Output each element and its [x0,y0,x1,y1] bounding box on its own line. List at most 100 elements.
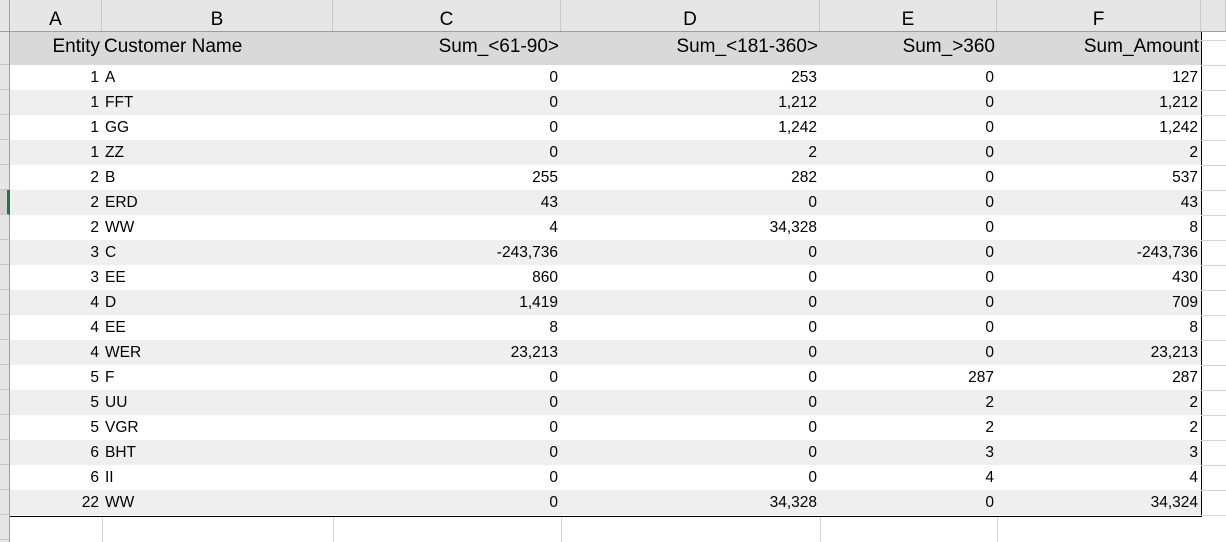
row-header[interactable] [0,190,10,215]
cell-a[interactable]: 1 [10,140,102,165]
cell-f[interactable]: 23,213 [997,340,1201,365]
cell-b[interactable]: EE [102,265,333,290]
row-header[interactable] [0,215,9,240]
cell-e[interactable]: 0 [820,290,997,315]
cell-a[interactable]: 4 [10,340,102,365]
header-cell[interactable]: Sum_<181-360> [561,32,820,65]
cell-a[interactable]: 1 [10,90,102,115]
cell-c[interactable]: 23,213 [333,340,561,365]
cell-e[interactable]: 0 [820,265,997,290]
cell-a[interactable]: 6 [10,465,102,490]
row-header[interactable] [0,390,9,415]
header-cell[interactable]: Sum_<61-90> [333,32,561,65]
row-header[interactable] [0,315,9,340]
cell-d[interactable]: 0 [561,440,820,465]
cell-a[interactable]: 22 [10,490,102,515]
cell-c[interactable]: 0 [333,65,561,90]
select-all-corner[interactable] [0,0,10,32]
cell-d[interactable]: 2 [561,140,820,165]
cell-d[interactable]: 0 [561,365,820,390]
cell-a[interactable]: 2 [10,165,102,190]
row-header[interactable] [0,240,9,265]
cell-f[interactable]: 2 [997,140,1201,165]
cell-e[interactable]: 0 [820,140,997,165]
cell-c[interactable]: 0 [333,490,561,515]
cell-b[interactable]: WW [102,490,333,515]
cell-e[interactable]: 4 [820,465,997,490]
column-header-d[interactable]: D [561,0,820,31]
row-header[interactable] [0,340,9,365]
cell-f[interactable]: 4 [997,465,1201,490]
cell-f[interactable]: 709 [997,290,1201,315]
row-header[interactable] [0,290,9,315]
cell-f[interactable]: 3 [997,440,1201,465]
cell-b[interactable]: WW [102,215,333,240]
cell-d[interactable]: 0 [561,315,820,340]
cell-c[interactable]: 860 [333,265,561,290]
cell-f[interactable]: 127 [997,65,1201,90]
cell-a[interactable]: 3 [10,240,102,265]
cell-c[interactable]: 4 [333,215,561,240]
cell-f[interactable]: 8 [997,215,1201,240]
row-header[interactable] [0,515,9,540]
cell-a[interactable]: 6 [10,440,102,465]
row-header[interactable] [0,140,9,165]
cell-e[interactable]: 0 [820,490,997,515]
cell-f[interactable]: -243,736 [997,240,1201,265]
row-header[interactable] [0,265,9,290]
cell-d[interactable]: 0 [561,265,820,290]
cell-f[interactable]: 43 [997,190,1201,215]
cell-f[interactable]: 537 [997,165,1201,190]
cell-e[interactable]: 0 [820,340,997,365]
column-header-a[interactable]: A [10,0,102,31]
cell-e[interactable]: 0 [820,190,997,215]
cell-e[interactable]: 0 [820,165,997,190]
column-header-c[interactable]: C [333,0,561,31]
cell-e[interactable]: 287 [820,365,997,390]
cell-c[interactable]: 0 [333,440,561,465]
row-header[interactable] [0,115,9,140]
cell-f[interactable]: 430 [997,265,1201,290]
header-cell[interactable]: Sum_Amount [997,32,1201,65]
cell-b[interactable]: ERD [102,190,333,215]
cell-e[interactable]: 0 [820,90,997,115]
cell-c[interactable]: 0 [333,140,561,165]
cell-d[interactable]: 0 [561,390,820,415]
cell-c[interactable]: 255 [333,165,561,190]
cell-d[interactable]: 0 [561,465,820,490]
cell-d[interactable]: 1,212 [561,90,820,115]
row-header[interactable] [0,65,9,90]
cell-b[interactable]: UU [102,390,333,415]
row-header[interactable] [0,440,9,465]
cell-e[interactable]: 0 [820,240,997,265]
cell-a[interactable]: 1 [10,65,102,90]
cell-f[interactable]: 287 [997,365,1201,390]
row-header[interactable] [0,90,9,115]
cell-b[interactable]: GG [102,115,333,140]
cell-d[interactable]: 0 [561,240,820,265]
cell-a[interactable]: 4 [10,315,102,340]
row-header[interactable] [0,165,9,190]
cell-a[interactable]: 2 [10,190,102,215]
cell-b[interactable]: BHT [102,440,333,465]
column-header-e[interactable]: E [820,0,997,31]
cell-b[interactable]: WER [102,340,333,365]
cell-c[interactable]: 0 [333,90,561,115]
row-header[interactable] [0,490,9,515]
column-header-g[interactable] [1201,0,1226,31]
cell-a[interactable]: 4 [10,290,102,315]
cell-f[interactable]: 34,324 [997,490,1201,515]
cell-c[interactable]: 43 [333,190,561,215]
header-cell[interactable]: Entity [10,32,102,65]
cell-b[interactable]: A [102,65,333,90]
cell-d[interactable]: 282 [561,165,820,190]
cell-a[interactable]: 1 [10,115,102,140]
cell-a[interactable]: 2 [10,215,102,240]
cell-a[interactable]: 5 [10,365,102,390]
cell-e[interactable]: 0 [820,215,997,240]
cell-b[interactable]: VGR [102,415,333,440]
cell-b[interactable]: EE [102,315,333,340]
cell-d[interactable]: 34,328 [561,215,820,240]
cell-b[interactable]: II [102,465,333,490]
cell-e[interactable]: 0 [820,65,997,90]
